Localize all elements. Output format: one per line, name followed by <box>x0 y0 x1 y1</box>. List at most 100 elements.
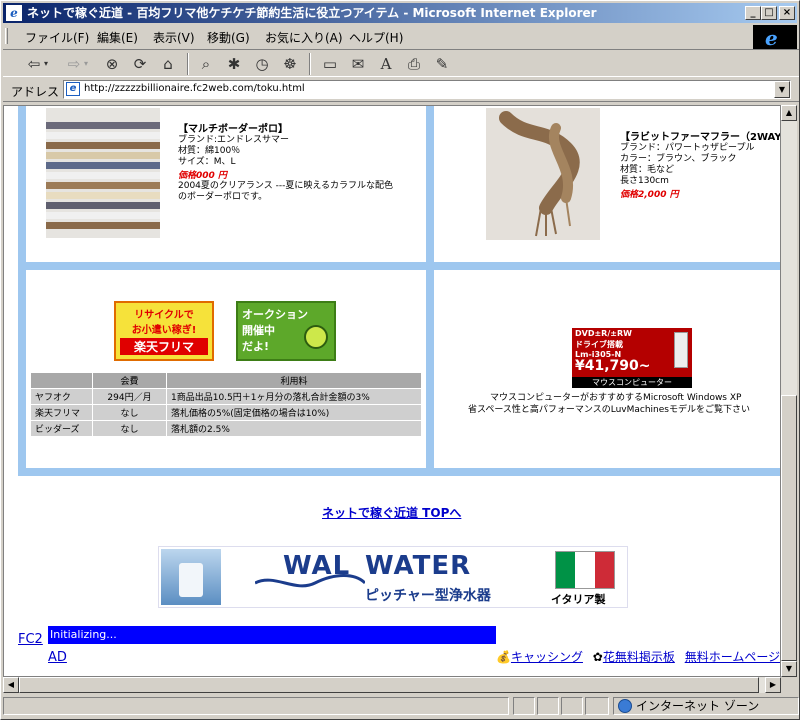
ie-app-icon[interactable]: e <box>6 5 22 21</box>
menu-favorites[interactable]: お気に入り(A) <box>265 29 343 46</box>
address-dropdown-icon[interactable]: ▼ <box>774 81 790 98</box>
top-page-link[interactable]: ネットで稼ぐ近道 TOPへ <box>322 504 461 521</box>
money-bag-icon: 💰 <box>496 650 511 664</box>
polo-details: 【マルチボーダーポロ】 ブランド:エンドレスサマー 材質：綿100％ サイズ：M… <box>178 120 393 203</box>
scroll-left-icon[interactable]: ◀ <box>3 677 19 693</box>
italy-flag-icon <box>555 551 615 589</box>
polo-size: サイズ：M、L <box>178 157 236 167</box>
vertical-scrollbar[interactable]: ▲ ▼ <box>781 105 797 677</box>
stop-icon[interactable]: ⊗ <box>99 53 125 75</box>
scroll-down-icon[interactable]: ▼ <box>781 661 797 677</box>
cashing-link[interactable]: キャッシング <box>511 650 583 664</box>
menu-help[interactable]: ヘルプ(H) <box>349 29 403 46</box>
mouse-computer-banner[interactable]: DVD±R/±RW ドライブ搭載 Lm-i305-N ¥41,790~ マウスコ… <box>572 328 692 388</box>
edit-icon[interactable]: ✎ <box>429 53 455 75</box>
window-title: ネットで稼ぐ近道 - 百均フリマ他ケチケチ節約生活に役立つアイテム - Micr… <box>27 6 597 20</box>
table-cell: ビッダーズ <box>30 420 93 437</box>
product-panel: 【マルチボーダーポロ】 ブランド:エンドレスサマー 材質：綿100％ サイズ：M… <box>18 106 780 476</box>
address-url[interactable]: http://zzzzzbillionaire.fc2web.com/toku.… <box>84 83 305 94</box>
auction-banner[interactable]: オークション 開催中 だよ! <box>236 301 336 361</box>
security-zone[interactable]: インターネット ゾーン <box>613 697 799 715</box>
auction-cell: リサイクルで お小遣い稼ぎ! 楽天フリマ オークション 開催中 だよ! 会費 利… <box>26 270 426 468</box>
table-header-cell: 利用料 <box>166 372 422 389</box>
table-header-cell: 会費 <box>92 372 167 389</box>
product-cell-polo: 【マルチボーダーポロ】 ブランド:エンドレスサマー 材質：綿100％ サイズ：M… <box>26 106 426 262</box>
polo-shirt-image[interactable] <box>46 108 160 238</box>
menu-go[interactable]: 移動(G) <box>207 29 250 46</box>
table-cell: なし <box>92 404 167 421</box>
polo-material: 材質：綿100％ <box>178 146 241 156</box>
menu-file[interactable]: ファイル(F) <box>25 29 89 46</box>
print-icon[interactable]: ⎙ <box>401 53 427 75</box>
product-cell-scarf: 【ラビットファーマフラー（2WAY ブランド：パワートゥザピープル カラー：ブラ… <box>434 106 780 262</box>
fur-scarf-image[interactable] <box>486 108 600 240</box>
scrollbar-corner <box>781 677 797 693</box>
scarf-illustration <box>499 111 580 237</box>
page-viewport[interactable]: 【マルチボーダーポロ】 ブランド:エンドレスサマー 材質：綿100％ サイズ：M… <box>3 105 781 677</box>
minimize-button[interactable]: _ <box>745 6 761 20</box>
address-input[interactable]: e http://zzzzzbillionaire.fc2web.com/tok… <box>63 80 791 99</box>
polo-desc-2: のボーダーポロです。 <box>178 192 268 202</box>
browser-window: e ネットで稼ぐ近道 - 百均フリマ他ケチケチ節約生活に役立つアイテム - Mi… <box>0 0 800 720</box>
status-cell <box>537 697 559 715</box>
table-cell: 294円／月 <box>92 388 167 405</box>
fc2-status-text: Initializing... <box>50 628 117 641</box>
menu-edit[interactable]: 編集(E) <box>97 29 138 46</box>
horizontal-scroll-thumb[interactable] <box>19 677 759 693</box>
scarf-price: 価格2,000 円 <box>620 190 679 200</box>
status-cell <box>585 697 609 715</box>
fullscreen-icon[interactable]: ▭ <box>317 53 343 75</box>
fc2-loading-bar: Initializing... <box>48 626 496 644</box>
back-dropdown-icon[interactable]: ▾ <box>41 53 51 75</box>
table-cell: 1商品出品10.5円＋1ヶ月分の落札合計金額の3% <box>166 388 422 405</box>
table-cell: 落札価格の5%(固定価格の場合は10%) <box>166 404 422 421</box>
wal-water-banner[interactable]: WAL WATER ピッチャー型浄水器 イタリア製 <box>158 546 628 608</box>
ie-logo-icon: e <box>765 26 778 50</box>
scarf-length: 長さ130cm <box>620 176 669 186</box>
scarf-material: 材質：毛など <box>620 165 675 175</box>
history-icon[interactable]: ◷ <box>249 53 275 75</box>
banner-product: ピッチャー型浄水器 <box>365 588 491 604</box>
flower-bbs-link[interactable]: 花無料掲示板 <box>603 650 675 664</box>
table-cell: 楽天フリマ <box>30 404 93 421</box>
refresh-icon[interactable]: ⟳ <box>127 53 153 75</box>
title-bar[interactable]: e ネットで稼ぐ近道 - 百均フリマ他ケチケチ節約生活に役立つアイテム - Mi… <box>3 3 797 23</box>
water-pitcher-image <box>161 549 221 605</box>
forward-dropdown-icon[interactable]: ▾ <box>81 53 91 75</box>
pc-tower-icon <box>674 332 688 368</box>
vertical-scroll-thumb[interactable] <box>781 395 797 661</box>
fc2-footer-links: 💰キャッシング ✿花無料掲示板 無料ホームページ <box>496 648 780 665</box>
globe-icon <box>618 699 632 713</box>
search-icon[interactable]: ⌕ <box>193 53 219 75</box>
address-label: アドレス <box>11 85 60 99</box>
wave-graphic <box>255 574 365 588</box>
fc2-ad-bar: FC2 AD Initializing... 💰キャッシング ✿花無料掲示板 無… <box>4 626 780 668</box>
close-button[interactable]: × <box>779 6 795 20</box>
rakuten-furima-banner[interactable]: リサイクルで お小遣い稼ぎ! 楽天フリマ <box>114 301 214 361</box>
fc2-ad-link[interactable]: AD <box>48 650 67 665</box>
table-header-row: 会費 利用料 <box>30 372 422 389</box>
toolbar-separator <box>187 53 189 75</box>
scroll-up-icon[interactable]: ▲ <box>781 105 797 121</box>
favorites-icon[interactable]: ✱ <box>221 53 247 75</box>
zone-label: インターネット ゾーン <box>636 699 760 713</box>
polo-brand: ブランド:エンドレスサマー <box>178 135 290 145</box>
font-icon[interactable]: A <box>373 53 399 75</box>
home-icon[interactable]: ⌂ <box>155 53 181 75</box>
channels-icon[interactable]: ☸ <box>277 53 303 75</box>
fc2-link[interactable]: FC2 <box>18 632 43 647</box>
menu-view[interactable]: 表示(V) <box>153 29 195 46</box>
polo-desc-1: 2004夏のクリアランス ---夏に映えるカラフルな配色 <box>178 181 394 191</box>
maximize-button[interactable]: □ <box>761 6 777 20</box>
auction-banner-line1: オークション <box>242 308 308 321</box>
free-homepage-link[interactable]: 無料ホームページ <box>685 650 780 664</box>
scarf-color: カラー：ブラウン、ブラック <box>620 154 737 164</box>
rakuten-banner-line3: 楽天フリマ <box>120 338 208 355</box>
flower-icon: ✿ <box>592 650 603 664</box>
menu-grip[interactable] <box>5 28 8 44</box>
pitcher-icon <box>179 563 203 597</box>
scroll-right-icon[interactable]: ▶ <box>765 677 781 693</box>
mail-icon[interactable]: ✉ <box>345 53 371 75</box>
rakuten-banner-line1: リサイクルで <box>134 310 194 321</box>
horizontal-scrollbar[interactable]: ◀ ▶ <box>3 677 781 693</box>
